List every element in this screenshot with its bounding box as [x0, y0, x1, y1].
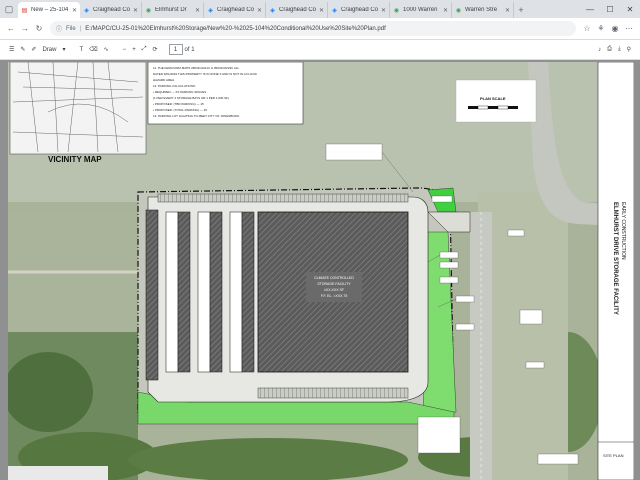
- browser-tab[interactable]: ◈ Craighead Co ✕: [266, 2, 328, 18]
- gis-icon: ◈: [84, 7, 89, 14]
- menu-dots-icon[interactable]: ⋯: [622, 22, 636, 36]
- browser-tab[interactable]: ◈ Craighead Co ✕: [328, 2, 390, 18]
- ink-icon[interactable]: ∿: [101, 43, 112, 57]
- scale-bar: [468, 105, 518, 110]
- draw-dropdown-icon[interactable]: ▾: [59, 43, 68, 57]
- file-info-icon[interactable]: ⓘ: [56, 24, 62, 33]
- page-total: of 1: [184, 46, 195, 53]
- note-line: 13. PARKING LOT LIGHTING TO MEET CITY OF…: [153, 114, 240, 118]
- tab-close-icon[interactable]: ✕: [319, 7, 324, 14]
- forward-icon[interactable]: →: [18, 22, 32, 36]
- page-number-input[interactable]: 1: [168, 44, 183, 55]
- note-line: DATED 9/01/2010 THIS PROPERTY IS IN ZONE…: [153, 72, 258, 76]
- svg-text:F.F. EL. =XXX.75: F.F. EL. =XXX.75: [321, 294, 348, 298]
- extensions-icon[interactable]: ⚘: [594, 22, 608, 36]
- tab-title: Elmhurst Dr: [155, 7, 187, 13]
- window-controls: — ☐ ✕: [580, 0, 640, 18]
- close-window-icon[interactable]: ✕: [620, 0, 640, 18]
- tab-title: Craighead Co: [341, 7, 379, 13]
- url-field[interactable]: ⓘ File | E:/MAPC/CU-25-01%20Elmhurst%20S…: [50, 21, 576, 36]
- site-plan-drawing: 11. THE FEMA FIRM MAPS 05031C0211C & 050…: [8, 62, 634, 480]
- toc-icon[interactable]: ☰: [6, 43, 17, 57]
- tab-title: 1000 Warren: [403, 7, 438, 13]
- note-line: • PROPOSED: (TOTAL PARKING) — 15: [153, 108, 207, 112]
- browser-tab[interactable]: ▤ New – 25-104 ✕: [18, 2, 80, 18]
- tab-close-icon[interactable]: ✕: [381, 7, 386, 14]
- draw-icon[interactable]: ✐: [28, 43, 39, 57]
- pdf-viewer[interactable]: 11. THE FEMA FIRM MAPS 05031C0211C & 050…: [0, 60, 640, 480]
- pdf-icon: ▤: [21, 7, 28, 14]
- url-text: E:/MAPC/CU-25-01%20Elmhurst%20Storage/Ne…: [85, 25, 386, 32]
- gis-icon: ◈: [332, 7, 337, 14]
- browser-tab-strip: ▢ ▤ New – 25-104 ✕ ◈ Craighead Co ✕ ◉ Elmhurst …: [0, 0, 640, 18]
- plan-scale-label: PLAN SCALE: [480, 96, 506, 101]
- note-line: • REQUIRED — XX PARKING SPACES: [153, 90, 206, 94]
- svg-text:±XX,XXX SF: ±XX,XXX SF: [324, 288, 344, 292]
- gis-icon: ◈: [270, 7, 275, 14]
- note-line: HAZARD AREA.: [153, 78, 175, 82]
- fit-icon[interactable]: ⤢: [139, 43, 150, 57]
- draw-button[interactable]: Draw: [39, 43, 59, 57]
- tab-title: Craighead Co: [217, 7, 255, 13]
- tab-close-icon[interactable]: ✕: [257, 7, 262, 14]
- gis-icon: ◈: [208, 7, 213, 14]
- print-icon[interactable]: ⎙: [604, 43, 615, 57]
- pdf-page: 11. THE FEMA FIRM MAPS 05031C0211C & 050…: [8, 62, 634, 480]
- profile-icon[interactable]: ◉: [608, 22, 622, 36]
- project-subtitle: EARLY CONSTRUCTION: [620, 202, 626, 260]
- save-icon[interactable]: ⤓: [615, 43, 624, 57]
- pdf-toolbar: ☰ ✎ ✐ Draw ▾ T ⌫ ∿ − + ⤢ ⟳ 1 of 1 ♪ ⎙ ⤓ …: [0, 40, 640, 60]
- read-aloud-icon[interactable]: ♪: [595, 43, 604, 57]
- reload-icon[interactable]: ↻: [32, 22, 46, 36]
- address-bar: ← → ↻ ⓘ File | E:/MAPC/CU-25-01%20Elmhur…: [0, 18, 640, 40]
- note-line: • PROPOSED: (TBD PARKING) — 15: [153, 102, 204, 106]
- tab-search-icon[interactable]: ▢: [0, 0, 18, 18]
- svg-text:STORAGE FACILITY: STORAGE FACILITY: [317, 282, 351, 286]
- note-line: 12. PARKING CALCULATIONS:: [153, 84, 196, 88]
- highlight-icon[interactable]: ✎: [17, 43, 28, 57]
- note-line: (1 PER EVERY 4 STORAGE BAYS OR 1 PER 1,0…: [153, 96, 229, 100]
- sheet-label: SITE PLAN: [603, 453, 624, 458]
- maps-icon: ◉: [455, 7, 462, 14]
- tab-close-icon[interactable]: ✕: [505, 7, 510, 14]
- vicinity-map-label: VICINITY MAP: [48, 155, 102, 164]
- minimize-icon[interactable]: —: [580, 0, 600, 18]
- tab-title: New – 25-104: [31, 7, 69, 13]
- pin-icon[interactable]: ⚲: [624, 43, 634, 57]
- browser-tab[interactable]: ◉ Elmhurst Dr ✕: [142, 2, 204, 18]
- text-icon[interactable]: T: [76, 43, 86, 57]
- tab-close-icon[interactable]: ✕: [195, 7, 200, 14]
- url-scheme-label: File: [66, 25, 76, 32]
- svg-text:CLIMATE CONTROLLED: CLIMATE CONTROLLED: [314, 276, 354, 280]
- maximize-icon[interactable]: ☐: [600, 0, 620, 18]
- rotate-icon[interactable]: ⟳: [150, 43, 161, 57]
- browser-tab[interactable]: ◈ Craighead Co ✕: [204, 2, 266, 18]
- maps-icon: ◉: [145, 7, 152, 14]
- new-tab-button[interactable]: +: [514, 2, 528, 18]
- tab-title: Craighead Co: [279, 7, 317, 13]
- note-line: 11. THE FEMA FIRM MAPS 05031C0211C & 050…: [153, 66, 240, 70]
- bookmark-star-icon[interactable]: ☆: [580, 22, 594, 36]
- tab-title: Craighead Co: [93, 7, 131, 13]
- tab-close-icon[interactable]: ✕: [72, 7, 77, 14]
- tab-close-icon[interactable]: ✕: [443, 7, 448, 14]
- browser-tab[interactable]: ◉ 1000 Warren ✕: [390, 2, 452, 18]
- project-title: ELMHURST DRIVE STORAGE FACILITY: [612, 202, 618, 315]
- erase-icon[interactable]: ⌫: [86, 43, 100, 57]
- maps-icon: ◉: [393, 7, 400, 14]
- browser-tab[interactable]: ◉ Warren Stre ✕: [452, 2, 514, 18]
- zoom-in-icon[interactable]: +: [129, 43, 139, 57]
- tab-title: Warren Stre: [465, 7, 498, 13]
- zoom-out-icon[interactable]: −: [120, 43, 130, 57]
- browser-tab[interactable]: ◈ Craighead Co ✕: [80, 2, 142, 18]
- tab-close-icon[interactable]: ✕: [133, 7, 138, 14]
- back-icon[interactable]: ←: [4, 22, 18, 36]
